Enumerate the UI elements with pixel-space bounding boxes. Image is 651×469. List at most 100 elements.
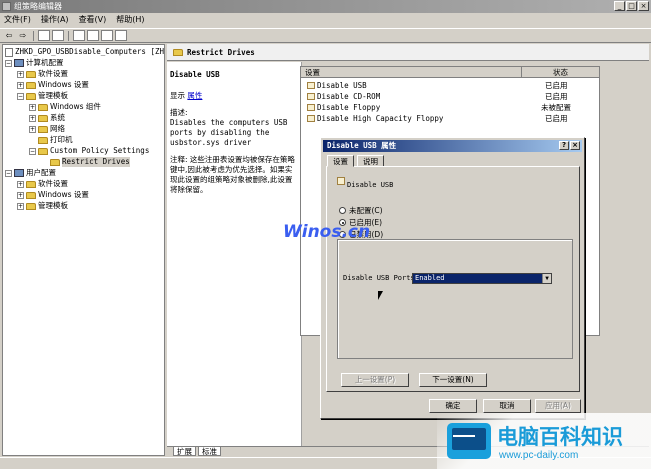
policy-document-icon: [5, 47, 13, 57]
back-icon[interactable]: ⇦: [3, 30, 15, 41]
tab-extended[interactable]: 扩展: [173, 447, 196, 456]
menu-bar: 文件(F) 操作(A) 查看(V) 帮助(H): [0, 13, 651, 27]
tree-item-user-windows-settings[interactable]: + Windows 设置: [17, 190, 89, 200]
column-header-state[interactable]: 状态: [521, 67, 599, 78]
tree-item-label: Windows 设置: [38, 190, 89, 199]
properties-link[interactable]: 属性: [187, 91, 202, 100]
list-item[interactable]: Disable CD-ROM 已启用: [301, 91, 599, 102]
list-item[interactable]: Disable Floppy 未被配置: [301, 102, 599, 113]
tree-item-label: 网络: [50, 124, 65, 133]
folder-icon: [26, 70, 36, 78]
tab-settings[interactable]: 设置: [327, 155, 354, 167]
tree-item-user-admin-templates[interactable]: + 管理模板: [17, 201, 68, 211]
toolbar-separator: [68, 30, 69, 41]
list-item[interactable]: Disable High Capacity Floppy 已启用: [301, 113, 599, 124]
cancel-button[interactable]: 取消: [483, 399, 531, 413]
chevron-down-icon[interactable]: ▼: [542, 274, 551, 283]
policy-setting-state: 已启用: [545, 92, 568, 101]
expand-icon[interactable]: +: [17, 70, 24, 78]
radio-not-configured[interactable]: 未配置(C): [339, 205, 383, 216]
note-text: 注释: 这些注册表设置均被保存在策略键中,因此被考虑为优先选择。如果实现此设置的…: [170, 155, 295, 194]
tree-item-custom-policy-settings[interactable]: − Custom Policy Settings: [29, 146, 149, 156]
ok-button[interactable]: 确定: [429, 399, 477, 413]
tree-item-label: Windows 设置: [38, 80, 89, 89]
policy-setting-name: Disable USB: [317, 81, 367, 90]
collapse-icon[interactable]: −: [17, 92, 24, 100]
menu-view[interactable]: 查看(V): [79, 13, 107, 27]
open-folder-icon: [50, 158, 60, 166]
policy-setting-name: Disable Floppy: [317, 103, 381, 112]
tree-item-user-config[interactable]: − 用户配置: [5, 168, 56, 178]
tree-item-label: 软件设置: [38, 69, 68, 78]
tree-item-printers[interactable]: 打印机: [38, 135, 73, 145]
folder-icon: [26, 81, 36, 89]
tree-item-system[interactable]: + 系统: [29, 113, 65, 123]
tree-item-computer-config[interactable]: − 计算机配置: [5, 58, 64, 68]
tree-item-label: Restrict Drives: [62, 157, 130, 167]
collapse-icon[interactable]: −: [29, 147, 36, 155]
dialog-close-button[interactable]: ×: [570, 141, 580, 150]
menu-action[interactable]: 操作(A): [41, 13, 69, 27]
close-button[interactable]: ×: [638, 1, 649, 11]
expand-icon[interactable]: +: [17, 180, 24, 188]
policy-setting-icon: [307, 82, 315, 89]
settings-tab-panel: Disable USB 未配置(C) 已启用(E) 已禁用(D) Disable…: [326, 166, 580, 392]
expand-icon[interactable]: +: [17, 202, 24, 210]
expand-icon[interactable]: +: [17, 191, 24, 199]
help-icon[interactable]: [115, 30, 127, 41]
site-logo: 电脑百科知识 www.pc-daily.com: [437, 413, 651, 469]
tree-item-label: 软件设置: [38, 179, 68, 188]
option-dropdown[interactable]: Enabled ▼: [412, 273, 552, 284]
tree-item-label: 用户配置: [26, 168, 56, 177]
maximize-button[interactable]: □: [626, 1, 637, 11]
tree-item-user-software-settings[interactable]: + 软件设置: [17, 179, 68, 189]
tree-item-label: Windows 组件: [50, 102, 101, 111]
expand-icon[interactable]: +: [29, 125, 36, 133]
folder-icon: [173, 48, 183, 56]
properties-icon[interactable]: [87, 30, 99, 41]
policy-setting-state: 已启用: [545, 114, 568, 123]
folder-icon: [38, 114, 48, 122]
dialog-help-button[interactable]: ?: [559, 141, 569, 150]
option-label: Disable USB Ports: [343, 274, 415, 282]
tree-item-software-settings[interactable]: + 软件设置: [17, 69, 68, 79]
dialog-title-bar: Disable USB 属性 ? ×: [323, 140, 582, 152]
tab-standard[interactable]: 标准: [198, 447, 221, 456]
tree-item-admin-templates[interactable]: − 管理模板: [17, 91, 68, 101]
radio-circle-icon: [339, 207, 346, 214]
collapse-icon[interactable]: −: [5, 169, 12, 177]
window-title-bar: 组策略编辑器 _ □ ×: [0, 0, 651, 13]
up-folder-icon[interactable]: [38, 30, 50, 41]
expand-icon[interactable]: +: [17, 81, 24, 89]
folder-icon: [26, 202, 36, 210]
policy-setting-name: Disable CD-ROM: [317, 92, 381, 101]
previous-setting-button[interactable]: 上一设置(P): [341, 373, 409, 387]
tree-root[interactable]: ZHKD_GPO_USBDisable_Computers [ZHKD01: [5, 47, 164, 57]
tree-item-restrict-drives[interactable]: Restrict Drives: [50, 157, 130, 167]
forward-icon[interactable]: ⇨: [17, 30, 29, 41]
tree-item-windows-components[interactable]: + Windows 组件: [29, 102, 101, 112]
menu-file[interactable]: 文件(F): [4, 13, 31, 27]
tree-item-label: 系统: [50, 113, 65, 122]
description-title: 描述:: [170, 108, 188, 117]
new-window-icon[interactable]: [73, 30, 85, 41]
folder-icon: [38, 147, 48, 155]
minimize-button[interactable]: _: [614, 1, 625, 11]
collapse-icon[interactable]: −: [5, 59, 12, 67]
pulse-line-icon: [453, 435, 475, 438]
column-header-setting[interactable]: 设置: [305, 67, 320, 78]
logo-url: www.pc-daily.com: [499, 450, 579, 461]
menu-help[interactable]: 帮助(H): [116, 13, 144, 27]
show-tree-icon[interactable]: [52, 30, 64, 41]
list-item[interactable]: Disable USB 已启用: [301, 80, 599, 91]
tree-item-network[interactable]: + 网络: [29, 124, 65, 134]
refresh-icon[interactable]: [101, 30, 113, 41]
toolbar-separator: [33, 30, 34, 41]
tree-item-windows-settings[interactable]: + Windows 设置: [17, 80, 89, 90]
expand-icon[interactable]: +: [29, 103, 36, 111]
next-setting-button[interactable]: 下一设置(N): [419, 373, 487, 387]
expand-icon[interactable]: +: [29, 114, 36, 122]
apply-button[interactable]: 应用(A): [535, 399, 581, 413]
radio-label: 未配置(C): [349, 206, 383, 215]
monitor-icon: [447, 423, 491, 459]
